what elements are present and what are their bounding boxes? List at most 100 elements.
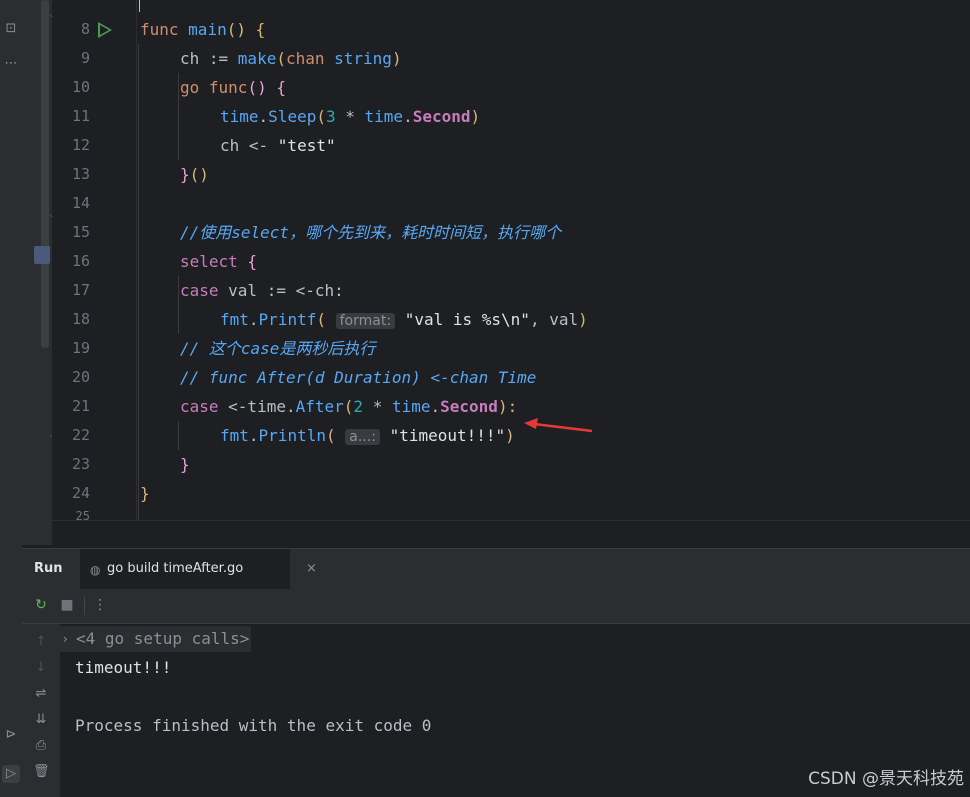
function-name: Println — [258, 426, 326, 445]
line-number: 16 — [71, 252, 90, 270]
brace: { — [266, 78, 286, 97]
code-line-17: case val := <-ch: — [180, 276, 344, 305]
code-text: ch <- — [220, 136, 278, 155]
function-name: main — [188, 20, 227, 39]
paren: ( — [325, 426, 336, 445]
constant: Second — [440, 397, 498, 416]
arrow-up-icon[interactable]: ↑ — [33, 634, 49, 650]
keyword: go — [180, 78, 200, 97]
paren: ( — [343, 397, 354, 416]
line-number: 8 — [80, 20, 90, 38]
code-line-22: fmt.Println( a...: "timeout!!!") — [220, 421, 515, 450]
brace: } — [140, 484, 150, 503]
indent-guide — [178, 73, 179, 160]
line-number: 15 — [71, 223, 90, 241]
soft-wrap-icon[interactable]: ⇌ — [33, 686, 49, 702]
brace: { — [237, 252, 258, 271]
code-text: * — [363, 397, 392, 416]
code-text: . — [248, 426, 259, 445]
toolbar-divider — [84, 597, 85, 615]
line-number: 20 — [71, 368, 90, 386]
more-icon[interactable]: ⋯ — [2, 55, 20, 73]
code-text: , val — [529, 310, 579, 329]
run-panel-header: Run ◍ go build timeAfter.go × — [22, 548, 970, 591]
watermark: CSDN @景天科技苑 — [808, 769, 964, 789]
code-text: . — [248, 310, 259, 329]
paren: () — [247, 78, 267, 97]
package-name: fmt — [220, 310, 249, 329]
code-line-21: case <-time.After(2 * time.Second): — [180, 392, 517, 421]
line-number: 23 — [71, 455, 90, 473]
line-number: 22 — [71, 426, 90, 444]
code-line-10: go func() { — [180, 73, 286, 102]
package-name: time — [391, 397, 431, 416]
editor-gutter: 7 8 9 10 11 12 13 14 15 16 17 18 19 20 2… — [52, 0, 137, 520]
scroll-to-end-icon[interactable]: ⇊ — [33, 712, 49, 728]
editor-scrollbar[interactable] — [41, 0, 49, 348]
trash-icon[interactable]: 🗑 — [33, 764, 50, 780]
constant: Second — [412, 107, 471, 126]
keyword: select — [180, 252, 238, 271]
paren: ( — [316, 310, 326, 329]
more-options-icon[interactable]: ⋮ — [92, 597, 108, 613]
parameter-hint: format: — [335, 313, 396, 329]
run-panel-title: Run — [34, 561, 63, 576]
structure-icon[interactable]: ⊡ — [2, 20, 20, 38]
code-text: . — [403, 107, 413, 126]
close-icon[interactable]: × — [306, 549, 317, 589]
code-line-13: }() — [180, 160, 209, 189]
code-line-16: select { — [180, 247, 257, 276]
comment: // 这个case是两秒后执行 — [180, 339, 376, 358]
run-tab[interactable]: ◍ go build timeAfter.go × — [80, 549, 317, 591]
paren: () — [189, 165, 209, 184]
line-number: 24 — [71, 484, 90, 502]
setup-calls-fold[interactable]: › <4 go setup calls> — [60, 626, 252, 652]
run-side-toolbar: ↑ ↓ ⇌ ⇊ ⎙ 🗑 — [22, 624, 60, 797]
line-number: 17 — [71, 281, 90, 299]
package-name: time — [220, 107, 259, 126]
keyword: case — [180, 281, 219, 300]
line-number: 12 — [71, 136, 90, 154]
function-name: After — [295, 397, 344, 416]
code-text: val := <-ch: — [218, 281, 344, 300]
package-name: time — [364, 107, 404, 126]
parameter-hint: a...: — [345, 429, 380, 445]
keyword: case — [180, 397, 219, 416]
code-line-19: // 这个case是两秒后执行 — [180, 334, 375, 363]
code-line-9: ch := make(chan string) — [180, 44, 402, 73]
paren: ): — [497, 397, 518, 416]
code-line-11: time.Sleep(3 * time.Second) — [220, 102, 480, 131]
code-text: <-time — [218, 397, 286, 416]
run-tool-icon[interactable]: ▷ — [2, 765, 20, 783]
run-toolbar: ↻ ■ ⋮ — [22, 589, 970, 624]
line-number: 14 — [71, 194, 90, 212]
line-number: 25 — [75, 509, 90, 520]
run-tab-label: go build timeAfter.go — [107, 561, 244, 576]
code-line-23: } — [180, 450, 190, 479]
run-gutter-icon[interactable] — [98, 22, 112, 38]
paren: ) — [391, 49, 402, 68]
indent-guide — [178, 421, 179, 450]
number: 2 — [353, 397, 364, 416]
arrow-down-icon[interactable]: ↓ — [33, 660, 49, 676]
indent-guide — [178, 276, 179, 334]
keyword: func — [199, 78, 248, 97]
setup-calls-text: <4 go setup calls> — [76, 629, 250, 648]
line-number: 19 — [71, 339, 90, 357]
type-name: string — [324, 49, 392, 68]
stop-icon[interactable]: ■ — [59, 597, 75, 613]
brace: } — [180, 455, 190, 474]
code-line-24: } — [140, 479, 150, 508]
rerun-icon[interactable]: ↻ — [33, 597, 49, 613]
services-icon[interactable]: ⊳ — [2, 726, 20, 744]
print-icon[interactable]: ⎙ — [33, 738, 49, 754]
code-line-18: fmt.Printf( format: "val is %s\n", val) — [220, 305, 588, 334]
function-name: Printf — [258, 310, 317, 329]
line-number: 10 — [71, 78, 90, 96]
code-line-8: func main() { — [140, 15, 265, 44]
code-editor[interactable]: 7 8 9 10 11 12 13 14 15 16 17 18 19 20 2… — [52, 0, 970, 520]
console-line: timeout!!! — [75, 658, 172, 677]
string-literal: "val is %s\n" — [404, 310, 530, 329]
indent-guide — [138, 44, 139, 520]
string-literal: "timeout!!!" — [389, 426, 506, 445]
